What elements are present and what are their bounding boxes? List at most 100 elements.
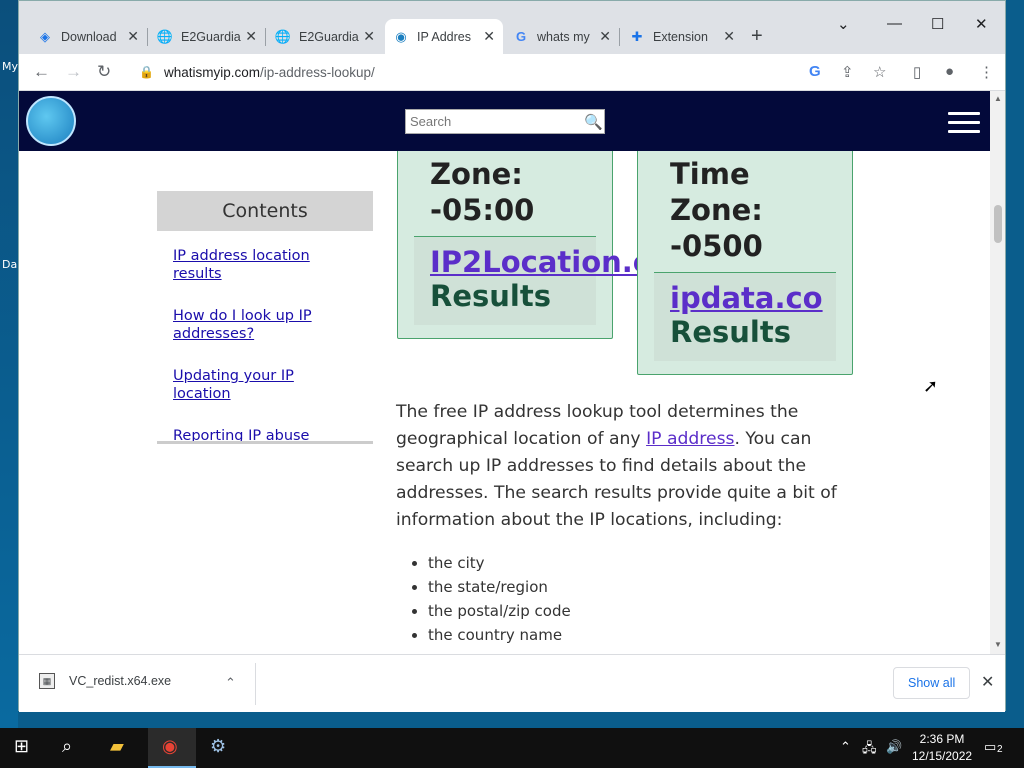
close-icon[interactable]: ✕ bbox=[245, 28, 257, 45]
tab-label: E2Guardia bbox=[299, 29, 359, 44]
show-all-button[interactable]: Show all bbox=[893, 667, 971, 699]
tab-label: IP Addres bbox=[417, 29, 471, 44]
hamburger-menu-icon[interactable] bbox=[948, 112, 980, 139]
toc-heading: Contents bbox=[157, 191, 373, 231]
installer-file-icon: ▦ bbox=[39, 673, 55, 689]
table-of-contents: Contents IP address location results How… bbox=[157, 191, 373, 445]
globe-icon: 🌐 bbox=[274, 28, 292, 44]
tab-e2guardian-2[interactable]: 🌐 E2Guardia ✕ bbox=[267, 19, 383, 54]
network-icon[interactable]: 🖧 bbox=[862, 739, 877, 761]
feature-list: the city the state/region the postal/zip… bbox=[428, 551, 571, 647]
list-item: the country name bbox=[428, 623, 571, 647]
clock-date: 12/15/2022 bbox=[912, 749, 973, 763]
notification-icon[interactable]: ▭ bbox=[984, 739, 996, 755]
site-logo[interactable] bbox=[26, 96, 76, 146]
card-line: Time bbox=[670, 157, 750, 191]
bookmark-star-icon[interactable]: ☆ bbox=[873, 63, 886, 81]
address-bar[interactable]: 🔒 whatismyip.com/ip-address-lookup/ bbox=[129, 58, 895, 86]
lock-icon[interactable]: 🔒 bbox=[139, 65, 154, 79]
divider bbox=[255, 663, 256, 705]
browser-toolbar: ← → ↻ 🔒 whatismyip.com/ip-address-lookup… bbox=[19, 54, 1005, 91]
page-scrollbar[interactable]: ▲ ▼ bbox=[990, 91, 1005, 654]
list-item: the postal/zip code bbox=[428, 599, 571, 623]
url-domain: whatismyip.com bbox=[163, 64, 260, 80]
scroll-down-arrow-icon[interactable]: ▼ bbox=[994, 640, 1002, 649]
minimize-button[interactable]: — bbox=[887, 15, 902, 32]
tab-label: Download bbox=[61, 29, 117, 44]
tab-e2guardian-1[interactable]: 🌐 E2Guardia ✕ bbox=[149, 19, 266, 54]
result-card: Time Zone: -0500 ipdata.co Results bbox=[637, 151, 853, 375]
list-item: the state/region bbox=[428, 575, 571, 599]
tab-label: E2Guardia bbox=[181, 29, 241, 44]
reload-button[interactable]: ↻ bbox=[97, 62, 111, 82]
toc-link[interactable]: How do I look up IP addresses? bbox=[173, 307, 353, 343]
search-input[interactable] bbox=[410, 114, 580, 129]
tab-label: Extension bbox=[653, 29, 708, 44]
card-link[interactable]: ipdata.co bbox=[670, 281, 823, 315]
site-search: 🔍 bbox=[405, 109, 605, 134]
steam-icon[interactable]: ⚙ bbox=[210, 736, 226, 757]
search-icon[interactable]: ⌕ bbox=[62, 736, 72, 757]
tab-separator bbox=[619, 28, 620, 46]
chrome-icon[interactable]: ◉ bbox=[162, 736, 178, 757]
maximize-button[interactable]: ☐ bbox=[931, 15, 944, 33]
tab-download[interactable]: ◈ Download ✕ bbox=[29, 19, 148, 54]
close-icon[interactable]: ✕ bbox=[981, 672, 994, 692]
ip-address-link[interactable]: IP address bbox=[646, 429, 734, 449]
tab-separator bbox=[147, 28, 148, 46]
profile-avatar-icon[interactable]: ● bbox=[945, 63, 954, 80]
volume-icon[interactable]: 🔊 bbox=[886, 739, 902, 755]
tab-extensions[interactable]: ✚ Extension ✕ bbox=[621, 19, 743, 54]
new-tab-button[interactable]: + bbox=[751, 25, 763, 48]
file-explorer-icon[interactable]: ▰ bbox=[110, 736, 124, 757]
scroll-up-arrow-icon[interactable]: ▲ bbox=[994, 94, 1002, 103]
chevron-up-icon[interactable]: ⌃ bbox=[225, 675, 236, 691]
card-line: Zone: bbox=[670, 193, 763, 227]
back-button[interactable]: ← bbox=[33, 62, 50, 82]
toc-link[interactable]: Updating your IP location bbox=[173, 367, 353, 403]
close-window-button[interactable]: ✕ bbox=[975, 15, 988, 33]
menu-kebab-icon[interactable]: ⋮ bbox=[979, 63, 994, 81]
diamond-icon: ◈ bbox=[40, 28, 50, 44]
close-icon[interactable]: ✕ bbox=[363, 28, 375, 45]
mouse-cursor-icon: ➚ bbox=[923, 376, 939, 396]
card-line: Zone: bbox=[430, 157, 523, 191]
forward-button[interactable]: → bbox=[65, 62, 82, 82]
desktop-background: My Da bbox=[0, 0, 18, 728]
desktop-icon-label[interactable]: My bbox=[2, 60, 18, 73]
scroll-thumb[interactable] bbox=[994, 205, 1002, 243]
tab-whats-my[interactable]: G whats my ✕ bbox=[505, 19, 620, 54]
close-icon[interactable]: ✕ bbox=[723, 28, 735, 45]
windows-start-icon[interactable]: ⊞ bbox=[14, 736, 29, 757]
list-item: the city bbox=[428, 551, 571, 575]
notification-count: 2 bbox=[997, 744, 1003, 755]
card-line: -05:00 bbox=[430, 193, 535, 227]
intro-paragraph: The free IP address lookup tool determin… bbox=[396, 399, 848, 534]
close-icon[interactable]: ✕ bbox=[599, 28, 611, 45]
download-bar: ▦ VC_redist.x64.exe ⌃ Show all ✕ bbox=[19, 654, 1005, 712]
card-line: -0500 bbox=[670, 229, 763, 263]
site-header: 🔍 bbox=[19, 91, 990, 151]
download-item[interactable]: ▦ VC_redist.x64.exe bbox=[39, 673, 171, 689]
close-icon[interactable]: ✕ bbox=[127, 28, 139, 45]
tab-ip-address[interactable]: ◉ IP Addres ✕ bbox=[385, 19, 503, 54]
whatismyip-icon: ◉ bbox=[395, 28, 407, 44]
close-icon[interactable]: ✕ bbox=[483, 28, 495, 45]
toc-link[interactable]: IP address location results bbox=[173, 247, 353, 283]
search-icon[interactable]: 🔍 bbox=[584, 113, 603, 131]
system-clock[interactable]: 2:36 PM 12/15/2022 bbox=[912, 731, 972, 765]
share-icon[interactable]: ⇪ bbox=[841, 63, 854, 81]
desktop-icon-label[interactable]: Da bbox=[2, 258, 17, 271]
result-card: Zone: -05:00 IP2Location.com Results bbox=[397, 151, 700, 339]
tab-search-icon[interactable]: ⌄ bbox=[837, 15, 850, 33]
tab-separator bbox=[265, 28, 266, 46]
tab-label: whats my bbox=[537, 29, 590, 44]
puzzle-icon: ✚ bbox=[631, 28, 643, 44]
google-translate-icon[interactable]: G bbox=[809, 63, 821, 80]
url-path: /ip-address-lookup/ bbox=[259, 64, 375, 80]
side-panel-icon[interactable]: ▯ bbox=[913, 63, 921, 81]
divider bbox=[157, 441, 373, 444]
card-results: Results bbox=[430, 279, 551, 313]
chevron-up-icon[interactable]: ⌃ bbox=[840, 739, 851, 755]
tab-strip: ◈ Download ✕ 🌐 E2Guardia ✕ 🌐 E2Guardia ✕… bbox=[19, 1, 1005, 54]
